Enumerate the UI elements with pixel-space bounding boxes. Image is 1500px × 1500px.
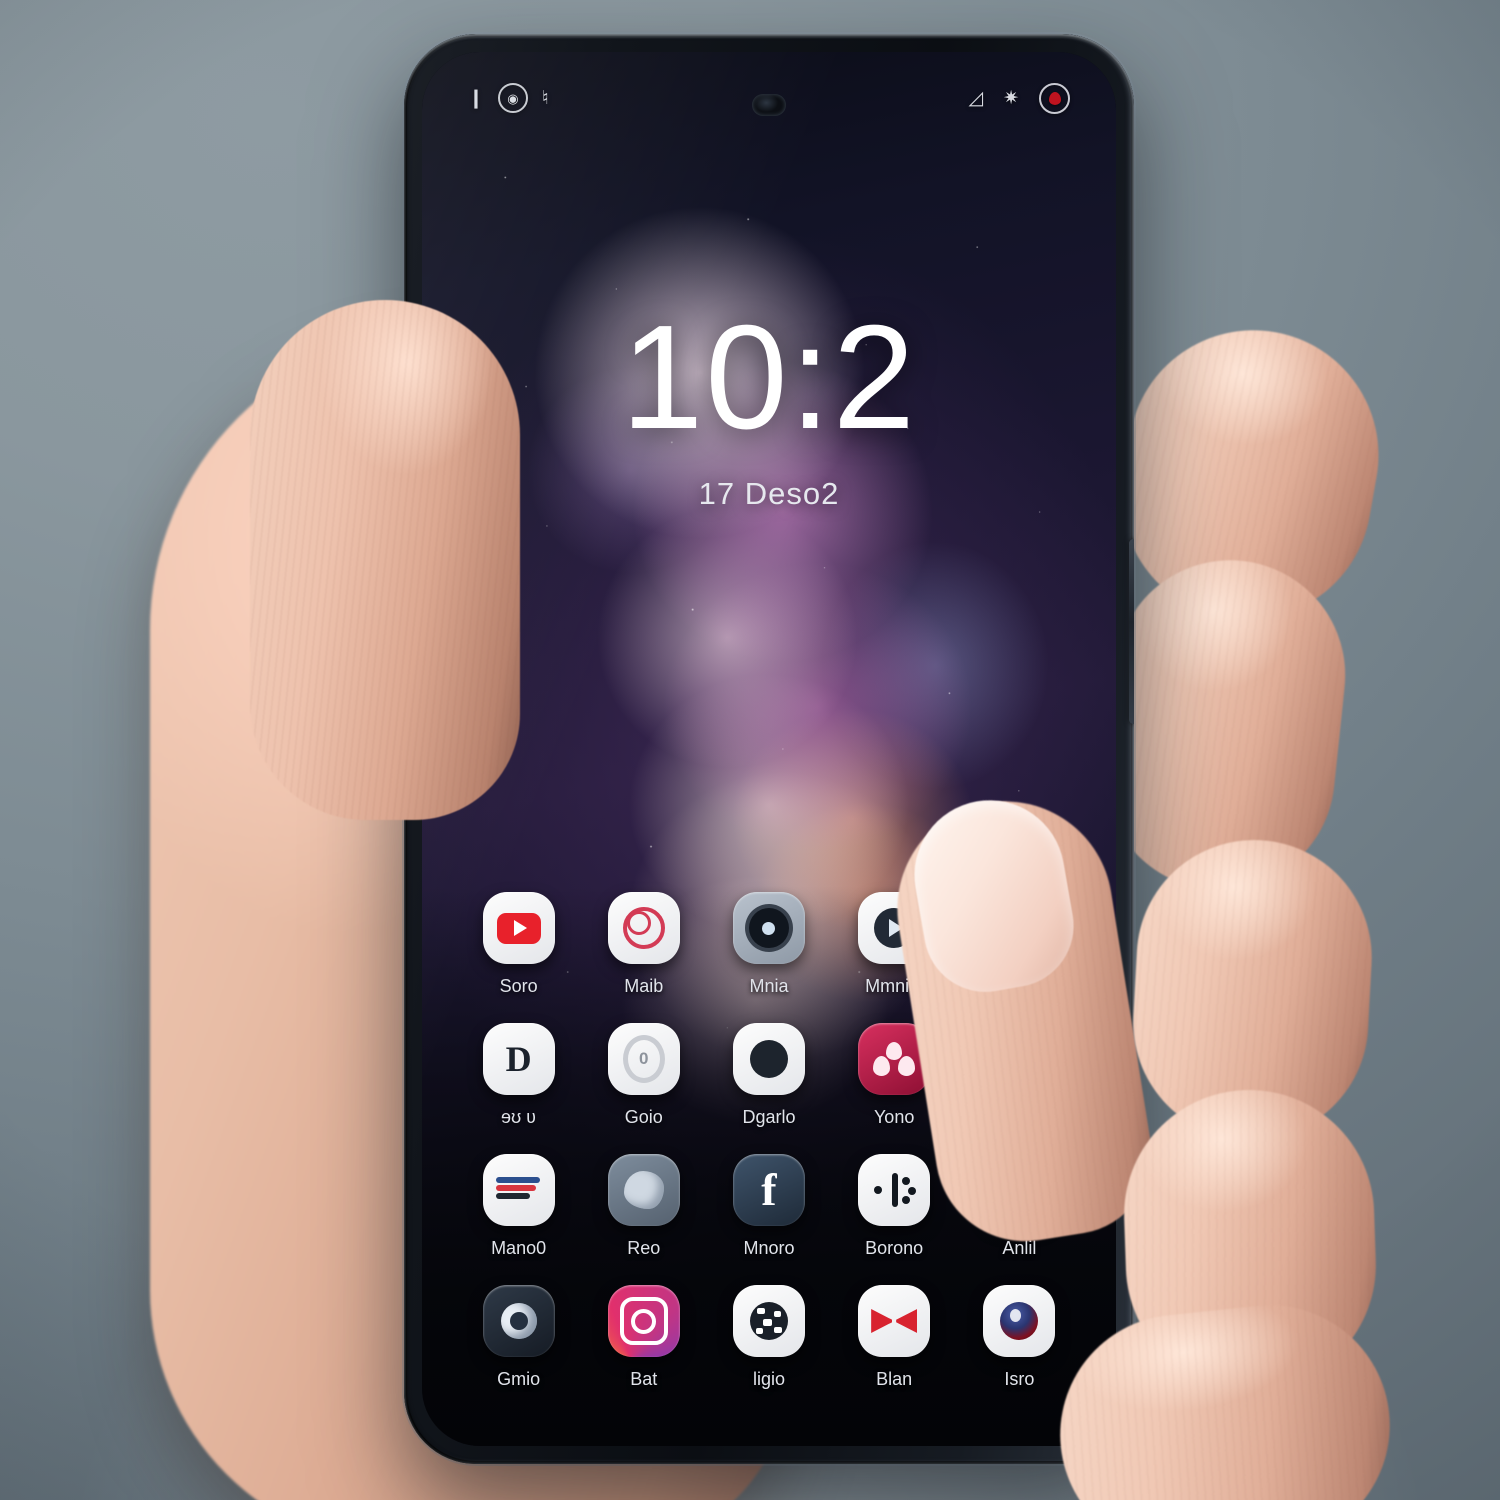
- app-icon-dgarlo[interactable]: Dgarlo: [706, 1023, 831, 1128]
- bowtie-icon-tile[interactable]: [858, 1285, 931, 1357]
- youtube-play-icon: [496, 912, 541, 944]
- red-ring-icon: [622, 907, 665, 949]
- clock-time: 10:2: [620, 295, 918, 460]
- app-label: Mnic: [1000, 1107, 1039, 1127]
- app-label: Borono: [865, 1238, 924, 1258]
- facebook-icon: f: [761, 1164, 777, 1216]
- app-label: Dgarlo: [742, 1107, 796, 1127]
- app-row: Dɘʊ ʋ 0 Goio Dgarlo Yono Mnic: [456, 1023, 1082, 1128]
- app-label: Gmio: [497, 1369, 541, 1389]
- bars-dots-icon-tile[interactable]: [858, 1154, 931, 1226]
- lockscreen-clock-block: 10:2 17 Deso2: [422, 304, 1116, 512]
- eye-icon: [1000, 1302, 1039, 1340]
- swoosh-d-icon-tile[interactable]: Ð: [983, 1154, 1056, 1226]
- app-icon-anlil[interactable]: Ð Anlil: [957, 1154, 1082, 1259]
- bluetooth-icon: ♮: [541, 87, 549, 109]
- app-icon-ligio[interactable]: ligio: [706, 1285, 831, 1390]
- app-icon-goio[interactable]: 0 Goio: [581, 1023, 706, 1128]
- clock-date: 17 Deso2: [698, 476, 840, 511]
- instagram-icon-tile[interactable]: [607, 1285, 680, 1357]
- battery-icon: [1039, 82, 1070, 114]
- app-icon--[interactable]: Dɘʊ ʋ: [456, 1023, 581, 1128]
- youtube-play-icon-tile[interactable]: [482, 892, 555, 964]
- app-label: Mnia: [749, 976, 789, 996]
- app-label: ɘʊ ʋ: [501, 1107, 537, 1127]
- app-icon-gmio[interactable]: Gmio: [456, 1285, 581, 1390]
- spiral-icon: [500, 1303, 537, 1339]
- app-label: Bat: [630, 1369, 658, 1389]
- app-icon-maib[interactable]: Maib: [581, 892, 706, 997]
- app-row: Gmio Bat ligio Blan Isro: [456, 1285, 1082, 1390]
- spiral-icon-tile[interactable]: [482, 1285, 555, 1357]
- bowtie-icon: [871, 1309, 918, 1333]
- smartphone[interactable]: ❙ ◉ ♮ ◿ ✷ 10:2 17 Deso2 Soro Maib Mnia Mmni…: [404, 34, 1134, 1464]
- wifi-icon: ◿: [968, 87, 984, 109]
- instagram-icon: [619, 1297, 668, 1345]
- swoosh-d-icon: Ð: [1007, 1171, 1032, 1208]
- dark-dot-icon: [749, 1040, 788, 1078]
- app-label: Mmnial: [865, 976, 924, 996]
- app-icon-soro[interactable]: Soro: [456, 892, 581, 997]
- app-label: Yono: [873, 1107, 915, 1127]
- letter-d-icon-tile[interactable]: D: [482, 1023, 555, 1095]
- dark-play-icon: [874, 908, 915, 948]
- app-icon-blan[interactable]: Blan: [832, 1285, 957, 1390]
- app-icon-isro[interactable]: Isro: [957, 1285, 1082, 1390]
- app-icon-mnic[interactable]: Mnic: [957, 1023, 1082, 1128]
- droplets-icon-tile[interactable]: [858, 1023, 931, 1095]
- blob-icon: [623, 1171, 664, 1209]
- flag-stripes-icon-tile[interactable]: [482, 1154, 555, 1226]
- signal-icon: ✷: [1003, 87, 1019, 109]
- partial-white-icon-tile[interactable]: [983, 1023, 1056, 1095]
- bars-dots-icon: [872, 1173, 917, 1207]
- app-label: ligio: [752, 1369, 785, 1389]
- blob-icon-tile[interactable]: [607, 1154, 680, 1226]
- status-bar-right: ◿ ✷: [968, 82, 1070, 114]
- droplets-icon: [873, 1042, 916, 1076]
- facebook-icon-tile[interactable]: f: [732, 1154, 805, 1226]
- app-icon-borono[interactable]: Borono: [832, 1154, 957, 1259]
- app-label: Blan: [876, 1369, 913, 1389]
- power-button[interactable]: [1129, 539, 1134, 724]
- app-icon-reo[interactable]: Reo: [581, 1154, 706, 1259]
- app-label: Mano0: [491, 1238, 547, 1258]
- front-camera: [752, 94, 786, 116]
- letter-o-icon: 0: [622, 1035, 665, 1083]
- dark-dot-icon-tile[interactable]: [732, 1023, 805, 1095]
- scene-root: ❙ ◉ ♮ ◿ ✷ 10:2 17 Deso2 Soro Maib Mnia Mmni…: [0, 0, 1500, 1500]
- mute-icon: ◉: [497, 83, 528, 113]
- speckled-ball-icon: [749, 1302, 788, 1340]
- app-label: Reo: [627, 1238, 661, 1258]
- target-icon-tile[interactable]: [732, 892, 805, 964]
- app-icon-mano0[interactable]: Mano0: [456, 1154, 581, 1259]
- app-label: Isro: [1004, 1369, 1035, 1389]
- app-label: Anlil: [1002, 1238, 1037, 1258]
- app-label: Goio: [624, 1107, 663, 1127]
- speckled-ball-icon-tile[interactable]: [732, 1285, 805, 1357]
- red-ring-icon-tile[interactable]: [607, 892, 680, 964]
- app-icon-bat[interactable]: Bat: [581, 1285, 706, 1390]
- app-icon-mnia[interactable]: Mnia: [706, 892, 831, 997]
- app-row: Mano0 Reo f Mnoro Borono Ð Anlil: [456, 1154, 1082, 1259]
- target-icon: [748, 908, 789, 948]
- app-icon-yono[interactable]: Yono: [832, 1023, 957, 1128]
- flag-stripes-icon: [495, 1175, 542, 1205]
- eye-icon-tile[interactable]: [983, 1285, 1056, 1357]
- letter-o-icon-tile[interactable]: 0: [607, 1023, 680, 1095]
- app-icon-mnoro[interactable]: f Mnoro: [706, 1154, 831, 1259]
- app-label: Maib: [624, 976, 664, 996]
- status-bar-left: ❙ ◉ ♮: [468, 83, 549, 113]
- app-label: Soro: [499, 976, 538, 996]
- alert-icon: ❙: [468, 87, 484, 109]
- letter-d-icon: D: [505, 1039, 532, 1079]
- app-label: Mnoro: [743, 1238, 795, 1258]
- phone-screen[interactable]: ❙ ◉ ♮ ◿ ✷ 10:2 17 Deso2 Soro Maib Mnia Mmni…: [422, 52, 1116, 1446]
